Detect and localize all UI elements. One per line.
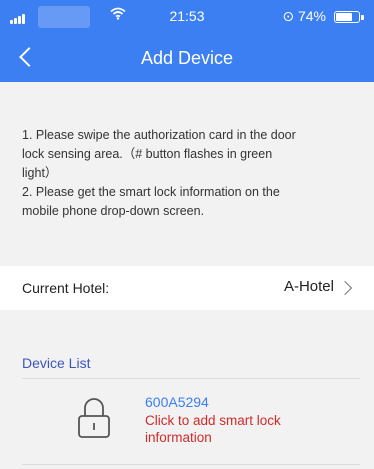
battery-percent: ⊙ 74% bbox=[282, 8, 326, 24]
device-list-title: Device List bbox=[22, 355, 91, 371]
device-id: 600A5294 bbox=[145, 394, 209, 410]
divider bbox=[22, 378, 360, 379]
page-title: Add Device bbox=[140, 48, 234, 68]
instructions: 1. Please swipe the authorization card i… bbox=[22, 126, 356, 221]
battery-nub bbox=[361, 15, 364, 20]
divider bbox=[22, 464, 360, 465]
instruction-line: light） bbox=[22, 166, 58, 180]
alarm-icon: ⊙ bbox=[282, 8, 295, 24]
device-action-line: information bbox=[145, 430, 212, 445]
battery-fill bbox=[336, 13, 352, 21]
battery-icon bbox=[334, 11, 360, 23]
current-hotel-row[interactable]: Current Hotel: A-Hotel bbox=[0, 266, 374, 310]
current-hotel-label: Current Hotel: bbox=[22, 280, 110, 296]
lock-icon bbox=[78, 398, 110, 438]
instruction-line: 1. Please swipe the authorization card i… bbox=[22, 128, 296, 142]
device-action-line: Click to add smart lock bbox=[145, 413, 281, 428]
status-bar: 21:53 ⊙ 74% bbox=[0, 0, 374, 34]
device-list-item[interactable]: 600A5294 Click to add smart lock informa… bbox=[22, 382, 360, 454]
instruction-line: lock sensing area.（# button flashes in g… bbox=[22, 147, 273, 161]
instruction-line: 2. Please get the smart lock information… bbox=[22, 185, 280, 199]
app-header: 21:53 ⊙ 74% Add Device bbox=[0, 0, 374, 82]
add-lock-info-link[interactable]: Click to add smart lock information bbox=[145, 412, 325, 446]
instruction-line: mobile phone drop-down screen. bbox=[22, 204, 205, 218]
current-hotel-value: A-Hotel bbox=[283, 278, 334, 295]
chevron-right-icon bbox=[337, 280, 353, 296]
